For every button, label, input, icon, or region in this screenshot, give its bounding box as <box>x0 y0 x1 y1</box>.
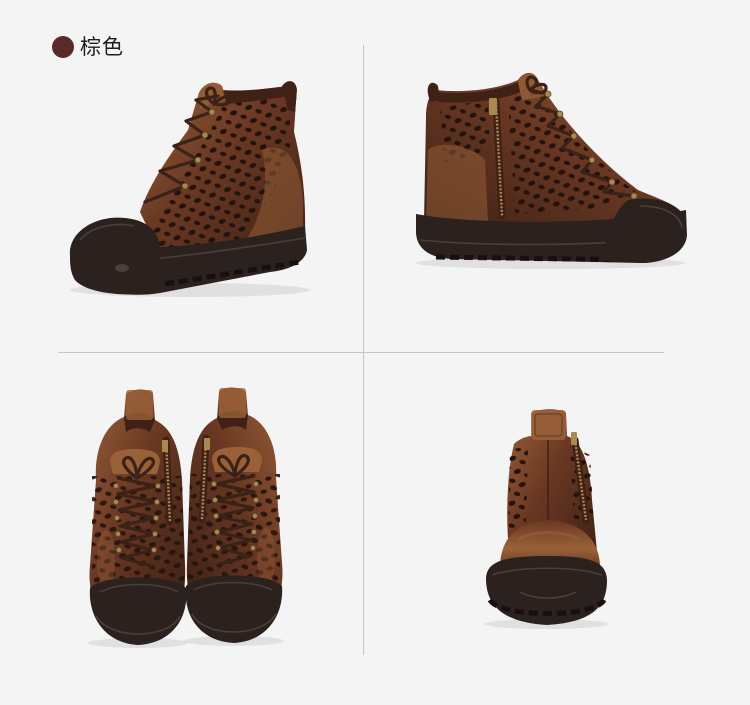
boot-upper <box>507 409 598 562</box>
toe-cap <box>69 217 161 295</box>
laces <box>528 88 636 198</box>
left-boot <box>88 390 188 649</box>
zipper <box>489 98 506 220</box>
sole <box>486 556 607 625</box>
boot-pair-front-view <box>88 388 284 649</box>
vertical-divider <box>363 45 364 655</box>
boot-side-view-toe-left <box>69 81 310 297</box>
boot-upper <box>424 72 684 230</box>
laces <box>143 94 220 204</box>
right-boot <box>184 388 284 647</box>
zipper <box>571 432 590 524</box>
sole <box>80 226 307 295</box>
boot-upper <box>140 82 306 258</box>
boot-side-view-toe-right <box>415 72 687 269</box>
color-option: 棕色 <box>52 34 124 60</box>
product-detail-panel: 棕色 <box>0 0 750 705</box>
boot-back-view <box>484 409 608 629</box>
toe-cap <box>602 198 687 263</box>
color-name: 棕色 <box>80 35 124 59</box>
horizontal-divider <box>58 352 664 353</box>
pull-tab <box>531 410 566 440</box>
color-swatch <box>52 36 74 58</box>
sole <box>416 210 687 263</box>
